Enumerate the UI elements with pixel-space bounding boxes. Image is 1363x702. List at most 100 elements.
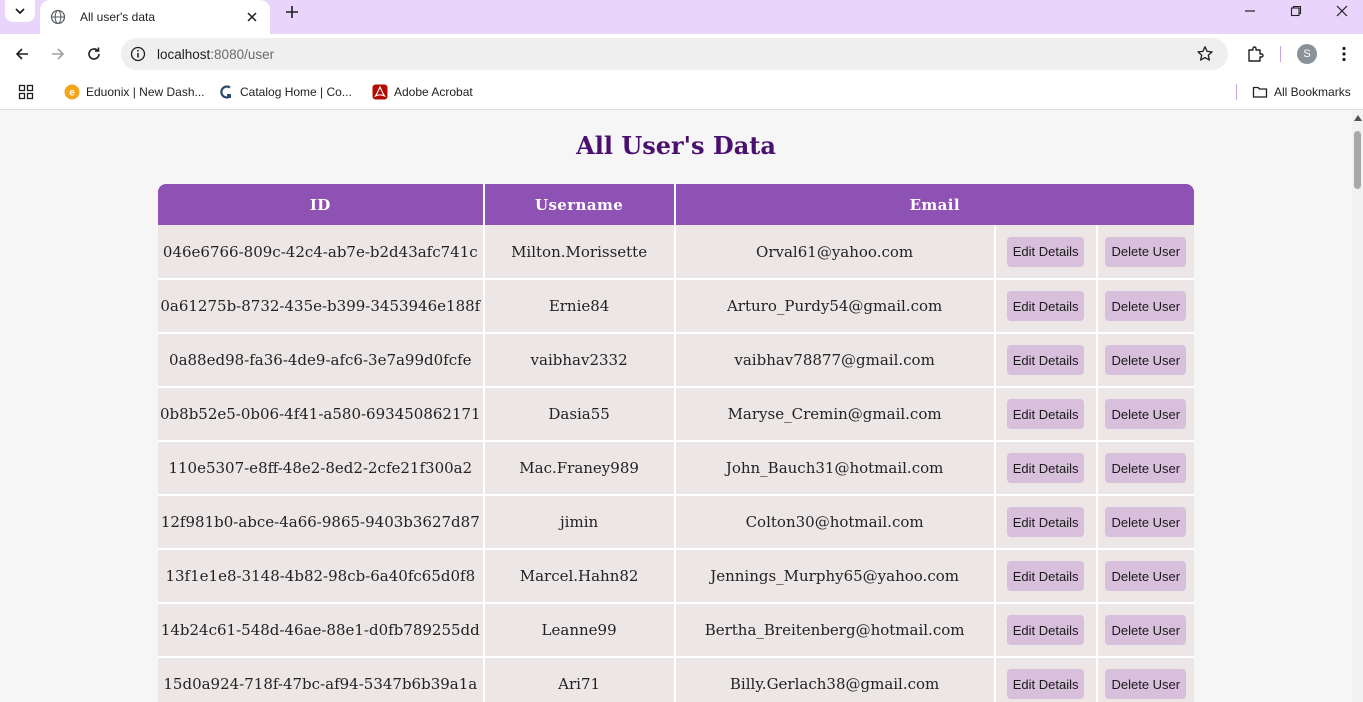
bookmark-catalog[interactable]: Catalog Home | Co... [218,83,352,101]
bookmark-label: Catalog Home | Co... [240,85,352,99]
close-icon[interactable] [244,9,260,25]
users-table: ID Username Email 046e6766-809c-42c4-ab7… [158,184,1194,702]
tab-search-button[interactable] [5,0,35,22]
delete-user-button[interactable]: Delete User [1105,561,1187,591]
cell-username: vaibhav2332 [483,333,676,388]
edit-details-button[interactable]: Edit Details [1006,399,1085,429]
chevron-down-icon [15,8,25,15]
forward-button[interactable] [46,42,70,66]
edit-details-button[interactable]: Edit Details [1006,236,1085,267]
edit-details-button[interactable]: Edit Details [1006,345,1085,375]
cell-email: John_Bauch31@hotmail.com [674,441,996,496]
edit-details-button[interactable]: Edit Details [1006,507,1085,537]
cell-delete: Delete User [1096,333,1194,388]
close-icon [1336,5,1348,17]
cell-edit: Edit Details [994,657,1098,702]
tab-strip: All user's data [0,0,1363,34]
minimize-button[interactable] [1227,0,1273,22]
apps-grid-icon [18,84,34,100]
reload-icon [88,47,100,60]
menu-button[interactable] [1332,42,1356,66]
minimize-icon [1245,10,1255,12]
browser-tab-active[interactable]: All user's data [40,0,270,34]
scroll-up-arrow-icon[interactable] [1354,115,1362,121]
url-text[interactable]: localhost:8080/user [157,47,274,62]
cell-username: jimin [483,495,676,550]
globe-icon [50,9,66,25]
edit-details-button[interactable]: Edit Details [1006,561,1085,591]
delete-user-button[interactable]: Delete User [1105,453,1187,483]
delete-user-button[interactable]: Delete User [1105,399,1187,429]
edit-details-button[interactable]: Edit Details [1006,615,1085,645]
scroll-thumb[interactable] [1354,131,1361,189]
cell-username: Milton.Morissette [483,225,676,280]
delete-user-button[interactable]: Delete User [1105,236,1187,267]
catalog-favicon-icon [218,84,234,100]
reload-button[interactable] [82,42,106,66]
edit-details-button[interactable]: Edit Details [1006,453,1085,483]
all-bookmarks-label: All Bookmarks [1274,85,1351,99]
bookmark-acrobat[interactable]: Adobe Acrobat [372,83,473,101]
delete-user-button[interactable]: Delete User [1105,345,1187,375]
cell-email: Jennings_Murphy65@yahoo.com [674,549,996,604]
cell-id: 110e5307-e8ff-48e2-8ed2-2cfe21f300a2 [158,441,485,496]
star-icon[interactable] [1196,45,1214,63]
cell-delete: Delete User [1096,549,1194,604]
delete-user-button[interactable]: Delete User [1105,291,1187,321]
bookmark-label: Eduonix | New Dash... [86,85,205,99]
arrow-right-icon [52,48,65,60]
cell-username: Leanne99 [483,603,676,658]
page-content: All User's Data ID Username Email 046e67… [0,111,1352,702]
cell-id: 0b8b52e5-0b06-4f41-a580-693450862171 [158,387,485,442]
bookmarks-divider [1236,84,1237,100]
cell-delete: Delete User [1096,603,1194,658]
delete-user-button[interactable]: Delete User [1105,615,1187,645]
bookmark-eduonix[interactable]: e Eduonix | New Dash... [64,83,205,101]
acrobat-favicon-icon [372,84,388,100]
profile-avatar[interactable]: S [1297,44,1317,64]
cell-email: Colton30@hotmail.com [674,495,996,550]
page-scrollbar[interactable] [1352,111,1363,702]
address-bar[interactable]: localhost:8080/user [121,38,1228,70]
apps-button[interactable] [18,83,34,101]
table-row: 12f981b0-abce-4a66-9865-9403b3627d87 jimi… [158,495,1194,550]
browser-toolbar: localhost:8080/user S [0,34,1363,74]
delete-user-button[interactable]: Delete User [1105,507,1187,537]
arrow-left-icon [15,48,28,60]
cell-edit: Edit Details [994,495,1098,550]
table-row: 13f1e1e8-3148-4b82-98cb-6a40fc65d0f8 Marc… [158,549,1194,604]
delete-user-button[interactable]: Delete User [1105,669,1187,699]
bookmark-label: Adobe Acrobat [394,85,473,99]
table-row: 046e6766-809c-42c4-ab7e-b2d43afc741c Milt… [158,225,1194,280]
cell-edit: Edit Details [994,387,1098,442]
folder-icon [1252,84,1268,100]
bookmarks-bar: e Eduonix | New Dash... Catalog Home | C… [0,74,1363,110]
cell-delete: Delete User [1096,225,1194,280]
cell-delete: Delete User [1096,387,1194,442]
cell-username: Ernie84 [483,279,676,334]
back-button[interactable] [10,42,34,66]
cell-edit: Edit Details [994,549,1098,604]
extensions-button[interactable] [1243,42,1267,66]
cell-delete: Delete User [1096,441,1194,496]
new-tab-button[interactable] [282,2,302,22]
cell-delete: Delete User [1096,495,1194,550]
tab-title: All user's data [80,10,155,24]
cell-email: Arturo_Purdy54@gmail.com [674,279,996,334]
cell-username: Ari71 [483,657,676,702]
cell-email: Orval61@yahoo.com [674,225,996,280]
column-header-email: Email [674,184,1194,225]
cell-email: Bertha_Breitenberg@hotmail.com [674,603,996,658]
cell-edit: Edit Details [994,279,1098,334]
close-window-button[interactable] [1319,0,1363,22]
svg-text:e: e [69,88,75,99]
cell-id: 15d0a924-718f-47bc-af94-5347b6b39a1a [158,657,485,702]
cell-id: 13f1e1e8-3148-4b82-98cb-6a40fc65d0f8 [158,549,485,604]
info-icon[interactable] [130,46,146,62]
restore-button[interactable] [1273,0,1319,22]
cell-id: 12f981b0-abce-4a66-9865-9403b3627d87 [158,495,485,550]
edit-details-button[interactable]: Edit Details [1006,291,1085,321]
edit-details-button[interactable]: Edit Details [1006,669,1085,699]
cell-username: Dasia55 [483,387,676,442]
all-bookmarks-button[interactable]: All Bookmarks [1252,83,1351,101]
